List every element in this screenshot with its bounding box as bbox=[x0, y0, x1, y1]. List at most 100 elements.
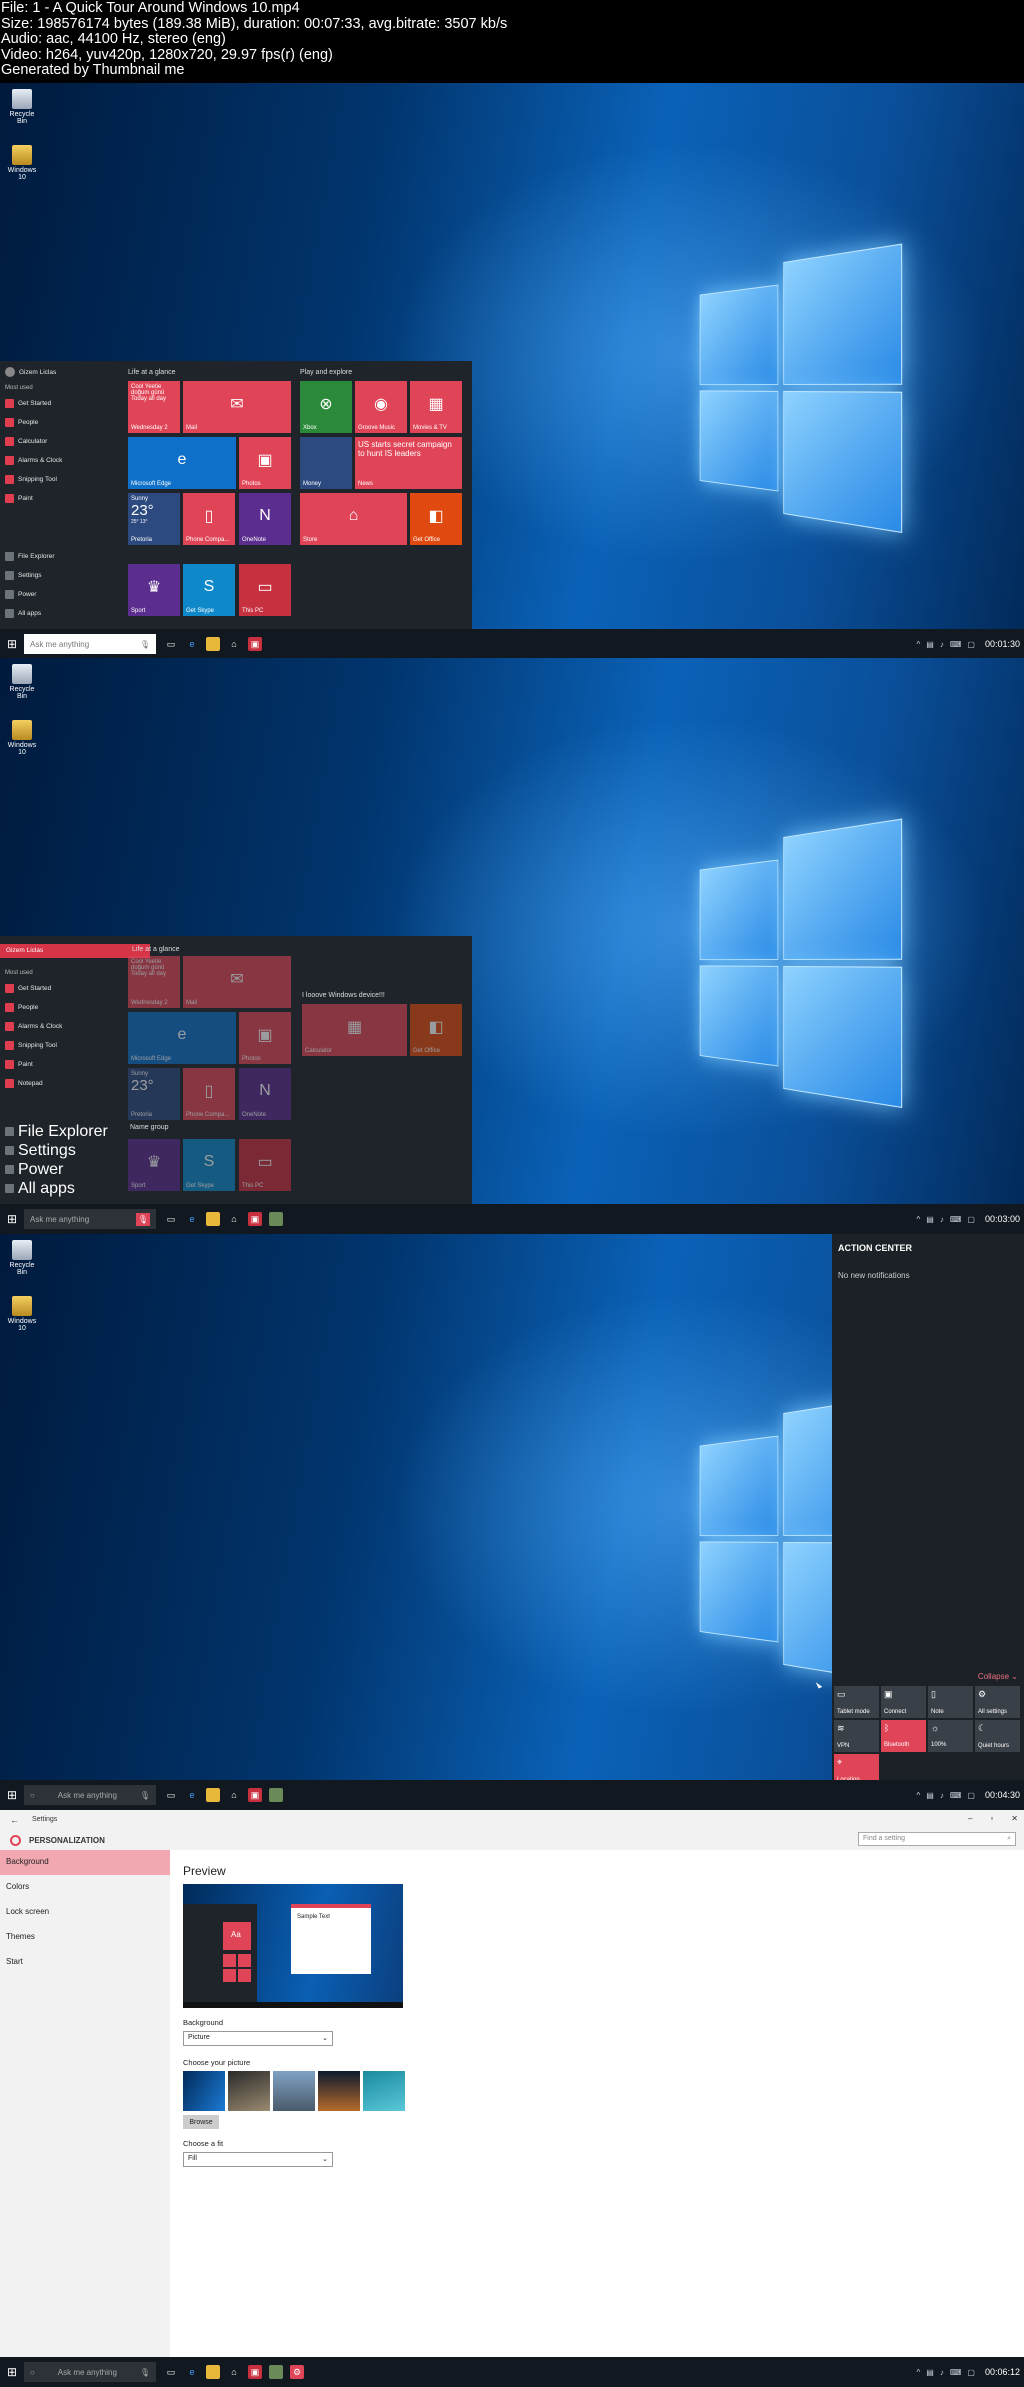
tile-sport[interactable]: ♛ Sport bbox=[128, 564, 180, 616]
chevron-up-icon[interactable]: ^ bbox=[917, 2368, 921, 2377]
chevron-up-icon[interactable]: ^ bbox=[917, 640, 921, 649]
volume-icon[interactable]: ♪ bbox=[940, 640, 944, 649]
tile-phone-companion[interactable]: ▯ Phone Compa... bbox=[183, 493, 235, 545]
nav-start[interactable]: Start bbox=[0, 1950, 170, 1975]
paint-icon[interactable] bbox=[269, 1212, 283, 1226]
settings-link[interactable]: Settings bbox=[5, 566, 119, 585]
task-view-icon[interactable]: ▭ bbox=[164, 1788, 178, 1802]
message-icon[interactable]: ▢ bbox=[967, 1791, 975, 1800]
tile-onenote[interactable]: N OneNote bbox=[239, 1068, 291, 1120]
message-icon[interactable]: ▢ bbox=[967, 2368, 975, 2377]
app-paint[interactable]: Paint bbox=[5, 1055, 119, 1074]
desktop-icon-windows-10[interactable]: Windows 10 bbox=[4, 720, 40, 756]
thumbnail-2[interactable] bbox=[228, 2071, 270, 2111]
background-dropdown[interactable]: Picture ⌄ bbox=[183, 2031, 333, 2046]
all-apps-link[interactable]: All apps bbox=[5, 1179, 119, 1198]
app-notepad[interactable]: Notepad bbox=[5, 1074, 119, 1093]
quick-quiet-hours[interactable]: ☾ Quiet hours bbox=[975, 1720, 1020, 1752]
settings-link[interactable]: Settings bbox=[5, 1141, 119, 1160]
quick-vpn[interactable]: ≋ VPN bbox=[834, 1720, 879, 1752]
start-button[interactable]: ⊞ bbox=[0, 2357, 24, 2387]
network-icon[interactable]: ▤ bbox=[926, 1215, 934, 1224]
volume-icon[interactable]: ♪ bbox=[940, 1791, 944, 1800]
quick-tablet-mode[interactable]: ▭ Tablet mode bbox=[834, 1686, 879, 1718]
thumbnail-5[interactable] bbox=[363, 2071, 405, 2111]
back-arrow-icon[interactable]: ← bbox=[10, 1815, 19, 1825]
nav-colors[interactable]: Colors bbox=[0, 1875, 170, 1900]
cortana-search[interactable]: ○ Ask me anything 🎙 bbox=[24, 1785, 156, 1805]
tile-news[interactable]: US starts secret campaign to hunt IS lea… bbox=[355, 437, 462, 489]
tile-calendar[interactable]: Cool Yeetie doğum günü Today all day Wedn… bbox=[128, 381, 180, 433]
find-setting-input[interactable]: Find a setting ⌕ bbox=[858, 1832, 1016, 1846]
close-icon[interactable]: ✕ bbox=[1011, 1814, 1018, 1823]
folder-icon[interactable] bbox=[206, 2365, 220, 2379]
cortana-search[interactable]: Ask me anything 🎙 bbox=[24, 634, 156, 654]
start-button[interactable]: ⊞ bbox=[0, 1204, 24, 1234]
fit-dropdown[interactable]: Fill ⌄ bbox=[183, 2152, 333, 2167]
paint-icon[interactable] bbox=[269, 2365, 283, 2379]
app-people[interactable]: People bbox=[5, 413, 119, 432]
app-snipping[interactable]: Snipping Tool bbox=[5, 470, 119, 489]
desktop-icon-recycle-bin[interactable]: Recycle Bin bbox=[4, 89, 40, 125]
thumbnail-4[interactable] bbox=[318, 2071, 360, 2111]
nav-background[interactable]: Background bbox=[0, 1850, 170, 1875]
app-get-started[interactable]: Get Started bbox=[5, 394, 119, 413]
tile-movies[interactable]: ▦ Movies & TV bbox=[410, 381, 462, 433]
desktop-icon-windows-10[interactable]: Windows 10 bbox=[4, 145, 40, 181]
tile-xbox[interactable]: ⊗ Xbox bbox=[300, 381, 352, 433]
browse-button[interactable]: Browse bbox=[183, 2115, 219, 2129]
store-icon[interactable]: ⌂ bbox=[227, 637, 241, 651]
tile-this-pc[interactable]: ▭ This PC bbox=[239, 564, 291, 616]
start-button[interactable]: ⊞ bbox=[0, 629, 24, 659]
tile-edge[interactable]: e Microsoft Edge bbox=[128, 1012, 236, 1064]
edge-icon[interactable]: e bbox=[185, 1788, 199, 1802]
tile-skype[interactable]: S Get Skype bbox=[183, 564, 235, 616]
app-snipping[interactable]: Snipping Tool bbox=[5, 1036, 119, 1055]
desktop-icon-windows-10[interactable]: Windows 10 bbox=[4, 1296, 40, 1332]
tile-photos[interactable]: ▣ Photos bbox=[239, 437, 291, 489]
message-icon[interactable]: ▢ bbox=[967, 640, 975, 649]
tile-mail[interactable]: ✉ Mail bbox=[183, 956, 291, 1008]
keyboard-icon[interactable]: ⌨ bbox=[950, 1215, 962, 1224]
tile-calendar[interactable]: Cool Yeetie doğum günü Today all day Wedn… bbox=[128, 956, 180, 1008]
keyboard-icon[interactable]: ⌨ bbox=[950, 640, 962, 649]
task-view-icon[interactable]: ▭ bbox=[164, 637, 178, 651]
desktop-icon-recycle-bin[interactable]: Recycle Bin bbox=[4, 1240, 40, 1276]
power-link[interactable]: Power bbox=[5, 1160, 119, 1179]
power-link[interactable]: Power bbox=[5, 585, 119, 604]
volume-icon[interactable]: ♪ bbox=[940, 2368, 944, 2377]
tile-phone-companion[interactable]: ▯ Phone Compa... bbox=[183, 1068, 235, 1120]
quick-bluetooth[interactable]: ᛒ Bluetooth bbox=[881, 1720, 926, 1752]
folder-icon[interactable] bbox=[206, 1212, 220, 1226]
desktop-icon-recycle-bin[interactable]: Recycle Bin bbox=[4, 664, 40, 700]
presentation-icon[interactable]: ▣ bbox=[248, 1212, 262, 1226]
app-get-started[interactable]: Get Started bbox=[5, 979, 119, 998]
presentation-icon[interactable]: ▣ bbox=[248, 1788, 262, 1802]
thumbnail-1[interactable] bbox=[183, 2071, 225, 2111]
folder-icon[interactable] bbox=[206, 637, 220, 651]
quick-connect[interactable]: ▣ Connect bbox=[881, 1686, 926, 1718]
app-calculator[interactable]: Calculator bbox=[5, 432, 119, 451]
nav-themes[interactable]: Themes bbox=[0, 1925, 170, 1950]
network-icon[interactable]: ▤ bbox=[926, 1791, 934, 1800]
all-apps-link[interactable]: All apps bbox=[5, 604, 119, 623]
chevron-up-icon[interactable]: ^ bbox=[917, 1791, 921, 1800]
tile-calculator[interactable]: ▦ Calculator bbox=[302, 1004, 407, 1056]
tile-onenote[interactable]: N OneNote bbox=[239, 493, 291, 545]
maximize-icon[interactable]: ▫ bbox=[990, 1814, 993, 1823]
edge-icon[interactable]: e bbox=[185, 1212, 199, 1226]
store-icon[interactable]: ⌂ bbox=[227, 1212, 241, 1226]
folder-icon[interactable] bbox=[206, 1788, 220, 1802]
file-explorer-link[interactable]: File Explorer bbox=[5, 1122, 119, 1141]
quick-all-settings[interactable]: ⚙ All settings bbox=[975, 1686, 1020, 1718]
tile-weather[interactable]: Sunny 23° 25° 13° Pretoria bbox=[128, 493, 180, 545]
tile-office[interactable]: ◧ Get Office bbox=[410, 1004, 462, 1056]
paint-icon[interactable] bbox=[269, 1788, 283, 1802]
tile-photos[interactable]: ▣ Photos bbox=[239, 1012, 291, 1064]
task-view-icon[interactable]: ▭ bbox=[164, 2365, 178, 2379]
tile-weather[interactable]: Sunny 23° Pretoria bbox=[128, 1068, 180, 1120]
thumbnail-3[interactable] bbox=[273, 2071, 315, 2111]
message-icon[interactable]: ▢ bbox=[967, 1215, 975, 1224]
app-alarms[interactable]: Alarms & Clock bbox=[5, 451, 119, 470]
keyboard-icon[interactable]: ⌨ bbox=[950, 2368, 962, 2377]
